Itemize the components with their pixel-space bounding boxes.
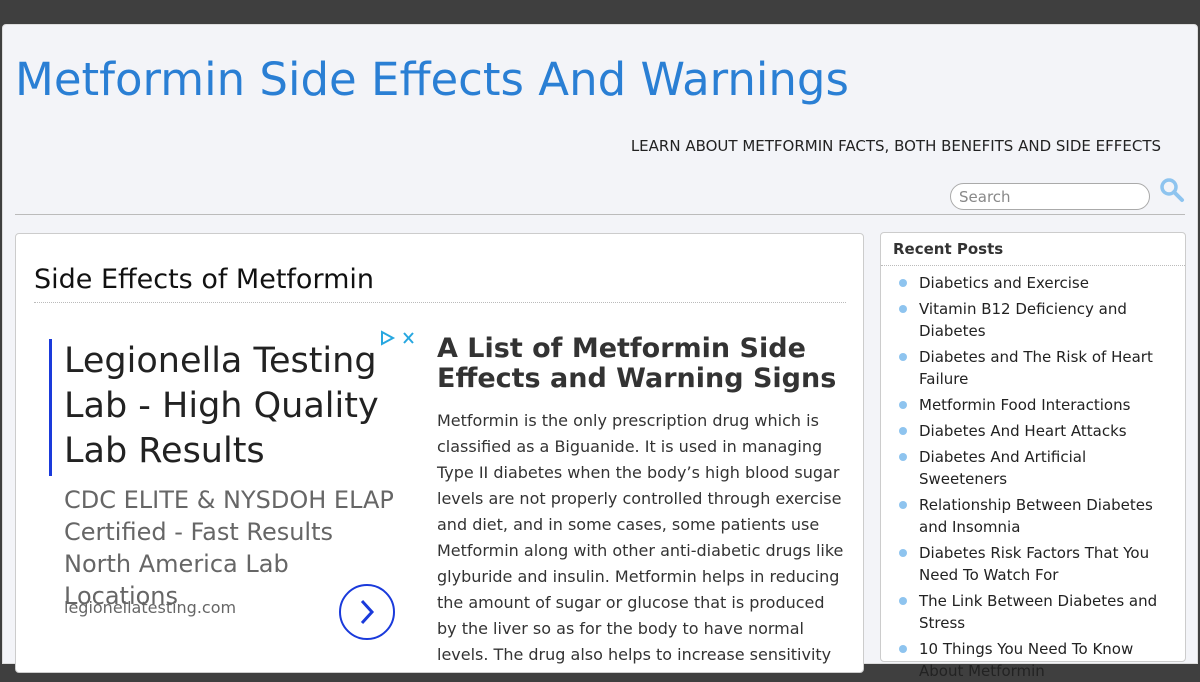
post-title: Side Effects of Metformin xyxy=(34,264,374,295)
bullet-icon xyxy=(899,427,907,435)
recent-post-link[interactable]: Relationship Between Diabetes and Insomn… xyxy=(919,494,1177,538)
list-item: Diabetes and The Risk of Heart Failure xyxy=(881,346,1185,390)
bullet-icon xyxy=(899,501,907,509)
list-item: 10 Things You Need To Know About Metform… xyxy=(881,638,1185,682)
ad-headline[interactable]: Legionella Testing Lab - High Quality La… xyxy=(64,339,394,474)
list-item: Metformin Food Interactions xyxy=(881,394,1185,416)
main-content: Side Effects of Metformin Legionella Tes… xyxy=(15,233,864,673)
bullet-icon xyxy=(899,279,907,287)
sidebar-title: Recent Posts xyxy=(893,240,1004,258)
ad-open-button[interactable] xyxy=(339,584,395,640)
recent-post-link[interactable]: Diabetes And Heart Attacks xyxy=(919,420,1177,442)
bullet-icon xyxy=(899,597,907,605)
site-tagline: LEARN ABOUT METFORMIN FACTS, BOTH BENEFI… xyxy=(630,137,1161,155)
bullet-icon xyxy=(899,305,907,313)
recent-posts-list: Diabetics and Exercise Vitamin B12 Defic… xyxy=(881,266,1185,682)
post-title-divider xyxy=(34,302,846,303)
list-item: Diabetics and Exercise xyxy=(881,272,1185,294)
list-item: Diabetes Risk Factors That You Need To W… xyxy=(881,542,1185,586)
recent-post-link[interactable]: Diabetes and The Risk of Heart Failure xyxy=(919,346,1177,390)
ad-description: CDC ELITE & NYSDOH ELAP Certified - Fast… xyxy=(64,486,394,610)
bullet-icon xyxy=(899,353,907,361)
list-item: Diabetes And Heart Attacks xyxy=(881,420,1185,442)
recent-post-link[interactable]: Metformin Food Interactions xyxy=(919,394,1177,416)
header-divider xyxy=(15,214,1185,215)
recent-post-link[interactable]: Diabetes And Artificial Sweeteners xyxy=(919,446,1177,490)
recent-post-link[interactable]: Diabetics and Exercise xyxy=(919,272,1177,294)
list-item: Vitamin B12 Deficiency and Diabetes xyxy=(881,298,1185,342)
search-icon[interactable] xyxy=(1159,177,1185,203)
chevron-right-icon xyxy=(360,599,375,625)
bullet-icon xyxy=(899,401,907,409)
bullet-icon xyxy=(899,453,907,461)
recent-post-link[interactable]: 10 Things You Need To Know About Metform… xyxy=(919,638,1177,682)
recent-post-link[interactable]: Diabetes Risk Factors That You Need To W… xyxy=(919,542,1177,586)
bullet-icon xyxy=(899,645,907,653)
article-heading: A List of Metformin Side Effects and War… xyxy=(437,333,837,394)
bullet-icon xyxy=(899,549,907,557)
recent-post-link[interactable]: Vitamin B12 Deficiency and Diabetes xyxy=(919,298,1177,342)
ad-accent-bar xyxy=(49,339,52,476)
article-body: Metformin is the only prescription drug … xyxy=(437,411,844,664)
site-title[interactable]: Metformin Side Effects And Warnings xyxy=(15,57,849,102)
list-item: Diabetes And Artificial Sweeteners xyxy=(881,446,1185,490)
search-input[interactable] xyxy=(950,183,1150,210)
ad-domain[interactable]: legionellatesting.com xyxy=(64,598,236,617)
sidebar-recent-posts: Recent Posts Diabetics and Exercise Vita… xyxy=(880,232,1186,680)
ad-block[interactable]: Legionella Testing Lab - High Quality La… xyxy=(36,326,416,672)
article: A List of Metformin Side Effects and War… xyxy=(437,334,849,668)
list-item: Relationship Between Diabetes and Insomn… xyxy=(881,494,1185,538)
search-form xyxy=(950,178,1184,210)
list-item: The Link Between Diabetes and Stress xyxy=(881,590,1185,634)
recent-post-link[interactable]: The Link Between Diabetes and Stress xyxy=(919,590,1177,634)
